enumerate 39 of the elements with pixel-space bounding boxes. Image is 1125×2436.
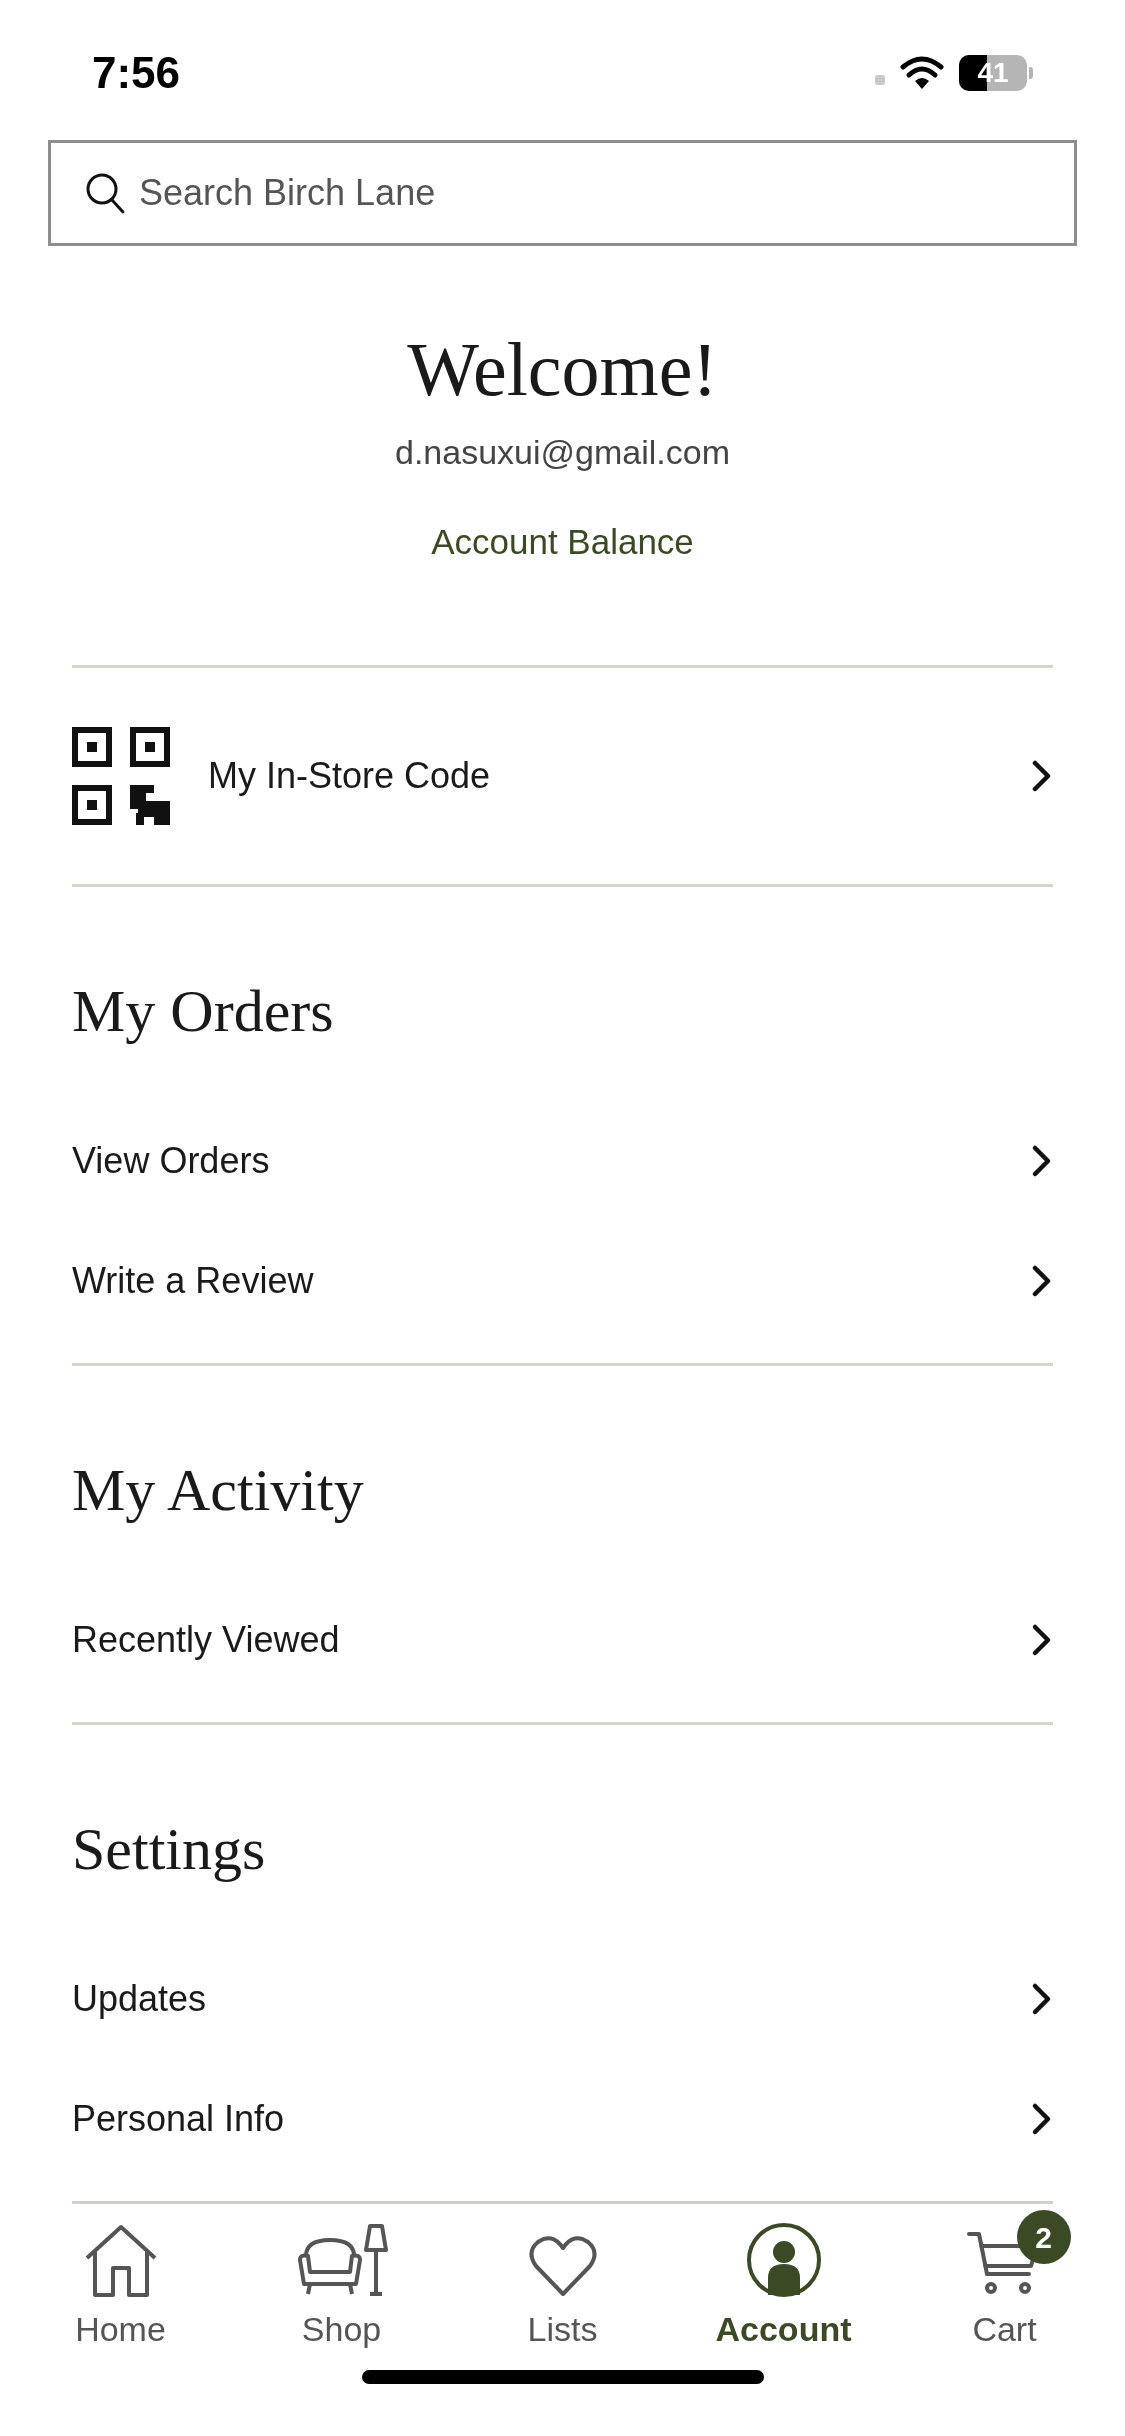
menu-label: View Orders [72,1138,270,1183]
status-time: 7:56 [92,47,181,99]
tab-bar-item[interactable]: Account [693,2208,874,2355]
armchair-and-lamp-icon [295,2224,388,2298]
section-heading: My Orders [72,976,335,1046]
account-balance-link[interactable]: Account Balance [431,516,694,569]
menu-row[interactable]: View Orders [72,1100,1053,1221]
in-store-code-row[interactable]: My In-Store Code [72,667,1053,884]
search-field[interactable]: Search Birch Lane [48,140,1077,246]
chevron-right-icon [1031,758,1053,793]
wifi-icon [899,56,945,90]
in-store-code-label: My In-Store Code [208,753,492,798]
tab-bar-item[interactable]: Shop [251,2208,432,2355]
search-input[interactable]: Search Birch Lane [139,166,1040,220]
menu-label: Personal Info [72,2096,285,2141]
chevron-right-icon [1031,1981,1053,2016]
cart-count-badge: 2 [1016,2210,1071,2264]
qr-code-icon [72,726,170,825]
section-heading: My Activity [72,1455,365,1525]
chevron-right-icon [1031,1263,1053,1298]
tab-bar-item[interactable]: 2 Cart [914,2208,1095,2355]
heart-icon [527,2234,598,2298]
account-email: d.nasuxui@gmail.com [395,432,730,473]
welcome-title: Welcome! [407,326,718,413]
chevron-right-icon [1031,1143,1053,1178]
tab-bar-item[interactable]: Lists [472,2208,653,2355]
menu-label: Write a Review [72,1258,314,1303]
chevron-right-icon [1031,1622,1053,1657]
person-circle-icon [745,2222,822,2298]
tab-bar-item[interactable]: Home [30,2208,211,2355]
menu-row[interactable]: Personal Info [72,2058,1053,2179]
menu-label: Updates [72,1976,207,2021]
menu-row[interactable]: Recently Viewed [72,1579,1053,1700]
menu-label: Recently Viewed [72,1617,340,1662]
menu-row[interactable]: Write a Review [72,1220,1053,1341]
section-heading: Settings [72,1814,267,1884]
search-icon [85,172,125,214]
chevron-right-icon [1031,2101,1053,2136]
menu-row[interactable]: Updates [72,1938,1053,2059]
